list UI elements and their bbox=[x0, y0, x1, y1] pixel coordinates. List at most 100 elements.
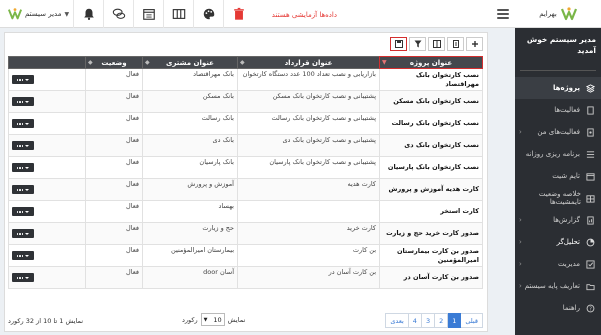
filter-button[interactable] bbox=[409, 37, 426, 51]
pager-page-2[interactable]: 2 bbox=[434, 313, 449, 328]
row-actions-button[interactable] bbox=[12, 207, 34, 217]
caret-down-icon bbox=[25, 78, 30, 81]
sidebar-item-timesheet-summary[interactable]: خلاصه وضعیت تایمشیت‌ها bbox=[515, 187, 601, 209]
column-header-status[interactable]: وضعیت ◆ bbox=[85, 56, 143, 69]
table-row[interactable]: کارت استخر بهساد فعال bbox=[8, 200, 483, 223]
pager-page-3[interactable]: 3 bbox=[420, 313, 436, 328]
user-name: مدیر سیستم bbox=[25, 10, 62, 18]
dashboard-button[interactable] bbox=[193, 0, 223, 28]
pie-chart-icon bbox=[585, 237, 595, 247]
palette-icon bbox=[203, 8, 214, 20]
actions-cell bbox=[8, 112, 86, 135]
sidebar-item-label: تعاریف پایه سیستم bbox=[524, 282, 580, 290]
column-header-customer[interactable]: عنوان مشتری ◆ bbox=[142, 56, 238, 69]
sidebar-search-input[interactable] bbox=[520, 61, 596, 71]
sidebar-item-label: تایم شیت bbox=[552, 172, 580, 180]
actions-cell bbox=[8, 134, 86, 157]
pager-page-1[interactable]: 1 bbox=[447, 313, 462, 328]
column-header-contract[interactable]: عنوان قرارداد ◆ bbox=[237, 56, 380, 69]
row-actions-button[interactable] bbox=[12, 75, 34, 85]
add-button[interactable] bbox=[466, 37, 483, 51]
user-menu[interactable]: مدیر سیستم ▼ bbox=[4, 0, 73, 28]
columns-button[interactable] bbox=[428, 37, 445, 51]
contract-cell bbox=[237, 200, 380, 223]
table-row[interactable]: کارت هدیه آموزش و پرورش کارت هدیه آموزش و … bbox=[8, 178, 483, 201]
sidebar-item-label: راهنما bbox=[562, 304, 580, 312]
page-size-select[interactable]: ▼ 10 bbox=[200, 313, 225, 326]
dot bbox=[19, 101, 21, 103]
sidebar-item-base-definitions[interactable]: تعاریف پایه سیستم ‹ bbox=[515, 275, 601, 297]
row-actions-button[interactable] bbox=[12, 185, 34, 195]
sidebar-item-timesheet[interactable]: تایم شیت bbox=[515, 165, 601, 187]
row-actions-button[interactable] bbox=[12, 141, 34, 151]
dot bbox=[21, 233, 24, 235]
kanban-button[interactable] bbox=[163, 0, 193, 28]
actions-cell bbox=[8, 156, 86, 179]
status-cell: فعال bbox=[85, 178, 143, 201]
sidebar-item-management[interactable]: مدیریت ‹ bbox=[515, 253, 601, 275]
page-size-label: نمایش bbox=[227, 315, 246, 324]
sidebar-item-activities[interactable]: فعالیت‌ها bbox=[515, 99, 601, 121]
table-row[interactable]: صدور کارت خرید حج و زیارت کارت خرید حج و ز… bbox=[8, 222, 483, 245]
help-icon: ? bbox=[585, 303, 595, 313]
table-row[interactable]: نصب کارتخوان بانک دی پشتیبانی و نصب کارتخ… bbox=[8, 134, 483, 157]
header-label: عنوان پروژه bbox=[409, 58, 453, 67]
customer-cell: بانک مهراقتصاد bbox=[142, 68, 238, 91]
sidebar-item-projects[interactable]: پروژه‌ها bbox=[515, 77, 601, 99]
save-button[interactable] bbox=[390, 37, 407, 51]
caret-down-icon bbox=[25, 254, 30, 257]
actions-cell bbox=[8, 222, 86, 245]
sidebar-item-analyzer[interactable]: تحلیل‌گر ‹ bbox=[515, 231, 601, 253]
record-info: نمایش 1 تا 10 از 32 رکورد bbox=[8, 317, 84, 325]
floppy-icon bbox=[394, 40, 403, 48]
dot bbox=[21, 79, 24, 81]
chevron-left-icon: ‹ bbox=[519, 128, 522, 136]
file-icon bbox=[585, 105, 595, 115]
table-row[interactable]: نصب کارتخوان بانک مهراقتصاد بازاریابی و ن… bbox=[8, 68, 483, 91]
sidebar-item-my-activities[interactable]: فعالیت‌های من ‹ bbox=[515, 121, 601, 143]
sidebar-item-reports[interactable]: گزارش‌ها ‹ bbox=[515, 209, 601, 231]
actions-cell bbox=[8, 266, 86, 289]
pager-prev[interactable]: قبلی bbox=[460, 313, 483, 328]
table-row[interactable]: صدور بن کارت بیمارستان امیرالمؤمنین بن کا… bbox=[8, 244, 483, 267]
pager-next[interactable]: بعدی bbox=[385, 313, 409, 328]
row-actions-button[interactable] bbox=[12, 251, 34, 261]
pager-page-4[interactable]: 4 bbox=[407, 313, 422, 328]
menu-toggle-icon[interactable] bbox=[497, 9, 509, 19]
notifications-button[interactable] bbox=[73, 0, 103, 28]
row-actions-button[interactable] bbox=[12, 229, 34, 239]
table-row[interactable]: نصب کارتخوان بانک رسالت پشتیبانی و نصب کا… bbox=[8, 112, 483, 135]
column-header-project[interactable]: عنوان پروژه ▼ bbox=[379, 56, 483, 69]
top-icons: مدیر سیستم ▼ bbox=[4, 0, 253, 28]
table-row[interactable]: نصب کارتخوان بانک مسکن پشتیبانی و نصب کار… bbox=[8, 90, 483, 113]
project-cell: کارت هدیه آموزش و پرورش bbox=[379, 178, 483, 201]
brand-logo-icon bbox=[560, 7, 577, 21]
table-row[interactable]: صدور بن کارت آسان در بن کارت آسان در آسان … bbox=[8, 266, 483, 289]
row-actions-button[interactable] bbox=[12, 163, 34, 173]
actions-cell bbox=[8, 90, 86, 113]
file-export-icon bbox=[452, 40, 459, 48]
user-logo-icon bbox=[8, 8, 22, 20]
pagination: قبلی 1 2 3 4 بعدی bbox=[385, 313, 483, 328]
caret-down-icon bbox=[25, 100, 30, 103]
demo-data-badge: داده‌ها آزمایشی هستند bbox=[271, 10, 337, 19]
row-actions-button[interactable] bbox=[12, 97, 34, 107]
sidebar-item-help[interactable]: ? راهنما bbox=[515, 297, 601, 319]
dot bbox=[21, 211, 24, 213]
brand[interactable]: بهرایم bbox=[515, 0, 601, 28]
dot bbox=[21, 277, 24, 279]
plus-icon bbox=[471, 41, 478, 47]
dot bbox=[16, 79, 19, 81]
export-button[interactable] bbox=[447, 37, 464, 51]
delete-demo-button[interactable] bbox=[223, 0, 253, 28]
row-actions-button[interactable] bbox=[12, 273, 34, 283]
actions-cell bbox=[8, 68, 86, 91]
table-row[interactable]: نصب کارتخوان بانک پارسیان پشتیبانی و نصب … bbox=[8, 156, 483, 179]
messages-button[interactable] bbox=[103, 0, 133, 28]
sidebar-item-daily-planning[interactable]: برنامه ریزی روزانه bbox=[515, 143, 601, 165]
calendar-button[interactable] bbox=[133, 0, 163, 28]
project-cell: نصب کارتخوان بانک پارسیان bbox=[379, 156, 483, 179]
projects-panel: عنوان پروژه ▼ عنوان قرارداد ◆ عنوان مشتری ◆… bbox=[4, 32, 488, 332]
row-actions-button[interactable] bbox=[12, 119, 34, 129]
svg-text:?: ? bbox=[589, 306, 592, 312]
